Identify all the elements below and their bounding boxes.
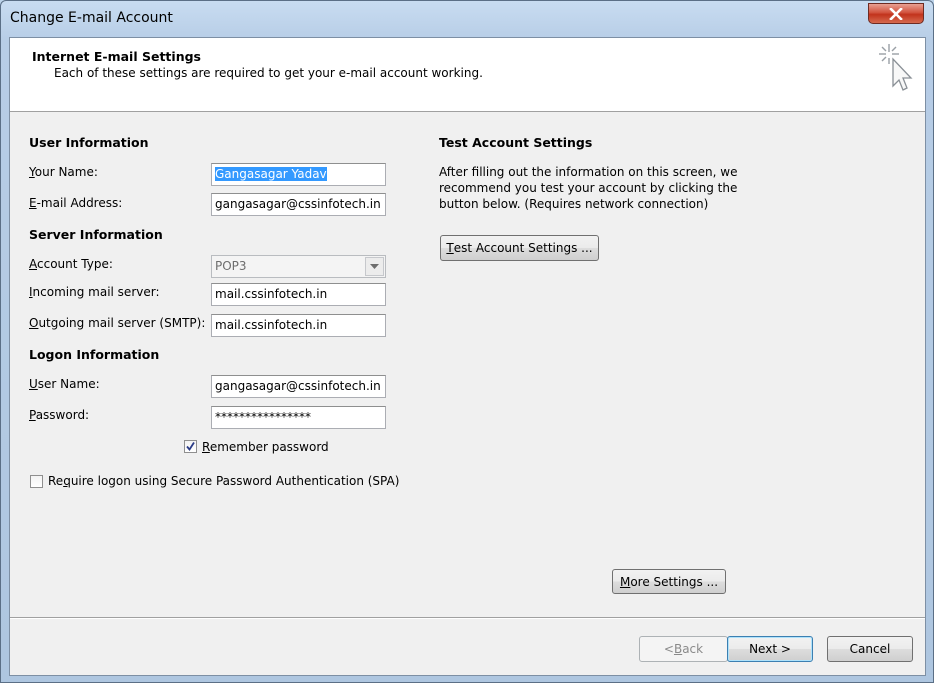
remember-password-label[interactable]: Remember password xyxy=(202,440,329,454)
dropdown-button[interactable] xyxy=(365,257,384,276)
your-name-label: Your Name: xyxy=(29,165,98,179)
title-bar[interactable]: Change E-mail Account xyxy=(1,1,933,37)
window-title: Change E-mail Account xyxy=(10,10,173,26)
your-name-input[interactable]: Gangasagar Yadav xyxy=(211,163,386,186)
test-account-settings-heading: Test Account Settings xyxy=(439,135,593,150)
account-type-select[interactable]: POP3 xyxy=(211,255,386,278)
change-email-account-window: Change E-mail Account Internet E-mail Se… xyxy=(0,0,934,683)
header-title: Internet E-mail Settings xyxy=(32,49,201,64)
your-name-value: Gangasagar Yadav xyxy=(215,167,327,181)
user-name-input[interactable]: gangasagar@cssinfotech.in xyxy=(211,375,386,398)
account-type-value: POP3 xyxy=(215,259,247,273)
outgoing-server-input[interactable]: mail.cssinfotech.in xyxy=(211,314,386,337)
user-information-heading: User Information xyxy=(29,135,149,150)
wizard-header: Internet E-mail Settings Each of these s… xyxy=(10,38,925,112)
checkmark-icon xyxy=(186,442,195,452)
outgoing-server-label: Outgoing mail server (SMTP): xyxy=(29,316,206,330)
server-information-heading: Server Information xyxy=(29,227,163,242)
cursor-sparkle-icon xyxy=(879,44,913,91)
email-address-input[interactable]: gangasagar@cssinfotech.in xyxy=(211,193,386,216)
email-address-label: E-mail Address: xyxy=(29,196,123,210)
footer-separator xyxy=(10,617,925,619)
incoming-server-input[interactable]: mail.cssinfotech.in xyxy=(211,283,386,306)
back-button[interactable]: < Back xyxy=(639,636,728,662)
close-icon xyxy=(889,7,903,20)
spa-checkbox[interactable] xyxy=(30,475,43,488)
user-name-label: User Name: xyxy=(29,377,100,391)
logon-information-heading: Logon Information xyxy=(29,347,160,362)
dialog-client-area: Internet E-mail Settings Each of these s… xyxy=(9,37,926,676)
remember-password-checkbox[interactable] xyxy=(184,440,197,453)
next-button[interactable]: Next > xyxy=(727,636,813,662)
close-button[interactable] xyxy=(868,3,924,24)
test-account-description: After filling out the information on thi… xyxy=(439,165,738,211)
account-type-label: Account Type: xyxy=(29,257,113,271)
password-input[interactable]: **************** xyxy=(211,406,386,429)
header-subtitle: Each of these settings are required to g… xyxy=(54,66,483,80)
cancel-button[interactable]: Cancel xyxy=(827,636,913,662)
incoming-server-label: Incoming mail server: xyxy=(29,285,160,299)
more-settings-button[interactable]: More Settings ... xyxy=(612,569,726,594)
spa-label[interactable]: Require logon using Secure Password Auth… xyxy=(48,474,399,488)
test-account-settings-button[interactable]: Test Account Settings ... xyxy=(440,235,599,261)
chevron-down-icon xyxy=(370,264,379,269)
password-label: Password: xyxy=(29,408,90,422)
